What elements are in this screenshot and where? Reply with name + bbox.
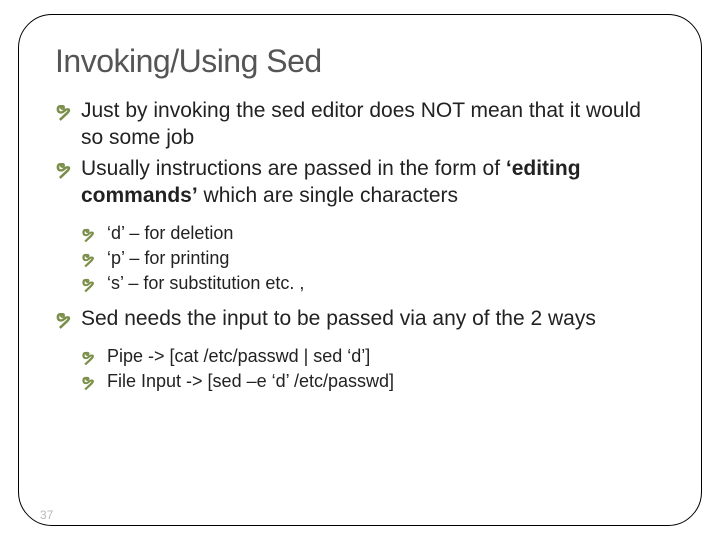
slide-title: Invoking/Using Sed bbox=[55, 43, 665, 80]
bullet-text: ‘d’ – for deletion bbox=[107, 223, 233, 243]
bullet-text-post: -> [sed –e ‘d’ /etc/passwd] bbox=[186, 371, 394, 391]
bullet-text-pre: Usually instructions are passed in the f… bbox=[81, 157, 506, 180]
bullet-level1: ຯSed needs the input to be passed via an… bbox=[55, 306, 665, 333]
bullet-icon: ຯ bbox=[81, 248, 107, 270]
page-number: 37 bbox=[40, 508, 53, 522]
bullet-level2: ຯ‘p’ – for printing bbox=[55, 247, 665, 270]
bullet-text-post: which are single characters bbox=[198, 184, 458, 207]
bullet-icon: ຯ bbox=[81, 346, 107, 368]
bullet-level2: ຯPipe -> [cat /etc/passwd | sed ‘d’] bbox=[55, 345, 665, 368]
bullet-icon: ຯ bbox=[81, 223, 107, 245]
bullet-text: Sed needs the input to be passed via any… bbox=[81, 307, 596, 330]
bullet-text-pre: Pipe bbox=[107, 346, 143, 366]
bullet-icon: ຯ bbox=[81, 371, 107, 393]
bullet-level2: ຯ‘d’ – for deletion bbox=[55, 222, 665, 245]
bullet-level2: ຯFile Input -> [sed –e ‘d’ /etc/passwd] bbox=[55, 370, 665, 393]
bullet-icon: ຯ bbox=[55, 157, 81, 183]
bullet-text: Just by invoking the sed editor does NOT… bbox=[81, 99, 641, 149]
bullet-icon: ຯ bbox=[81, 273, 107, 295]
bullet-text: ‘p’ – for printing bbox=[107, 248, 229, 268]
bullet-text-post: -> [cat /etc/passwd | sed ‘d’] bbox=[143, 346, 370, 366]
slide: Invoking/Using Sed ຯJust by invoking the… bbox=[0, 0, 720, 540]
bullet-level2: ຯ‘s’ – for substitution etc. , bbox=[55, 272, 665, 295]
slide-frame: Invoking/Using Sed ຯJust by invoking the… bbox=[18, 14, 702, 526]
bullet-text-pre: File Input bbox=[107, 371, 186, 391]
bullet-level1: ຯJust by invoking the sed editor does NO… bbox=[55, 98, 665, 152]
bullet-icon: ຯ bbox=[55, 99, 81, 125]
bullet-level1: ຯUsually instructions are passed in the … bbox=[55, 156, 665, 210]
bullet-text: ‘s’ – for substitution etc. , bbox=[107, 273, 304, 293]
bullet-icon: ຯ bbox=[55, 307, 81, 333]
